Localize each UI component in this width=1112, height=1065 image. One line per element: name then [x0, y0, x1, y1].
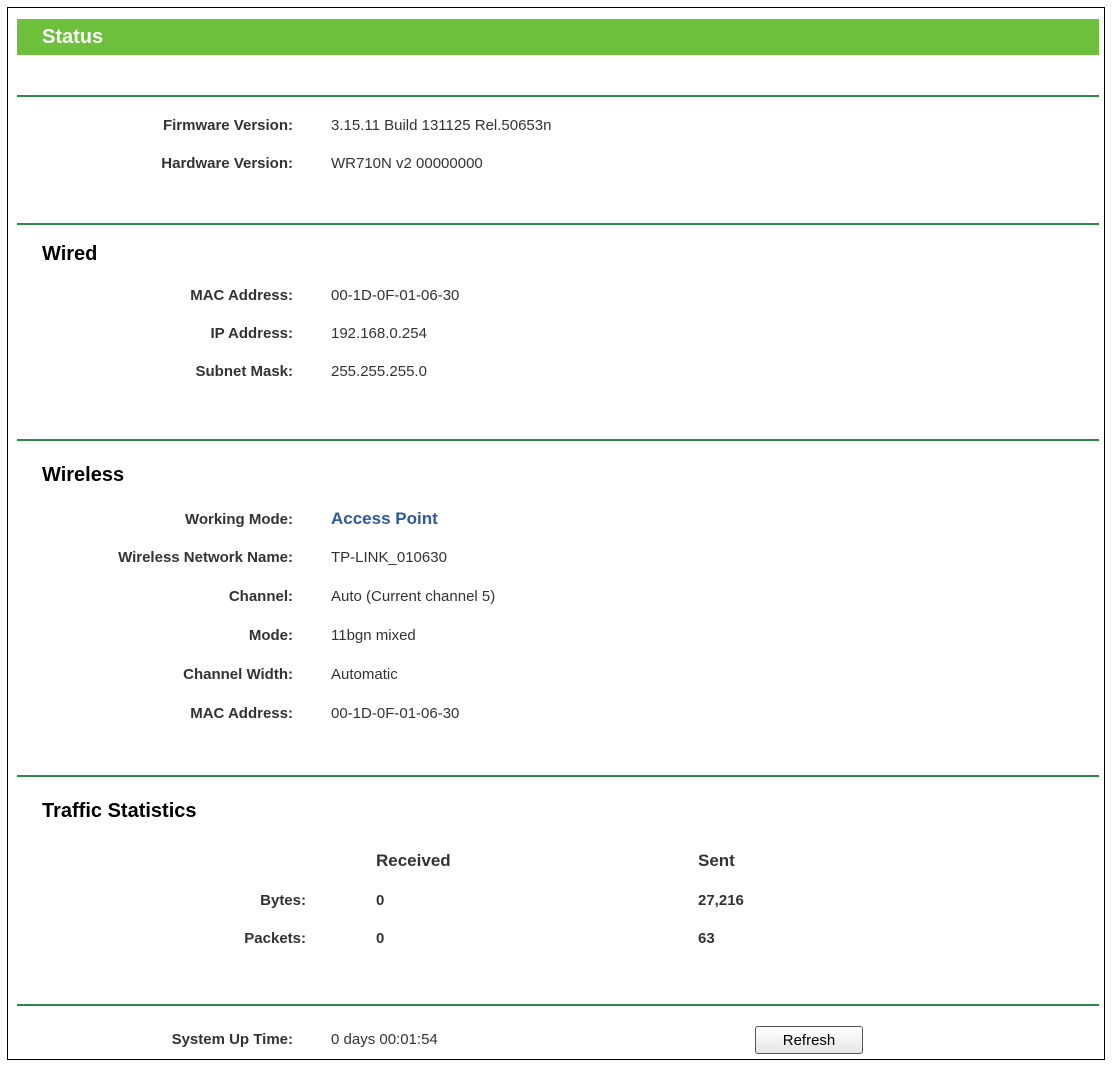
wireless-network-name-value: TP-LINK_010630 [331, 549, 447, 566]
wired-section-title: Wired [42, 243, 98, 265]
system-up-time-value: 0 days 00:01:54 [331, 1031, 438, 1048]
channel-label: Channel: [228, 588, 293, 605]
mode-label: Mode: [248, 627, 293, 644]
packets-received-value: 0 [376, 930, 385, 947]
sent-column-header: Sent [698, 851, 735, 870]
wireless-mac-value: 00-1D-0F-01-06-30 [331, 705, 460, 722]
bytes-label: Bytes: [260, 892, 306, 909]
wired-mac-label: MAC Address: [190, 287, 293, 304]
wired-ip-value: 192.168.0.254 [331, 325, 427, 342]
working-mode-label: Working Mode: [184, 511, 293, 528]
wired-ip-label: IP Address: [210, 325, 293, 342]
channel-value: Auto (Current channel 5) [331, 588, 496, 605]
working-mode-link[interactable]: Access Point [331, 509, 438, 529]
system-up-time-label: System Up Time: [171, 1031, 293, 1048]
section-divider [17, 1004, 1099, 1006]
section-divider [17, 775, 1099, 777]
section-divider [17, 95, 1099, 97]
firmware-version-value: 3.15.11 Build 131125 Rel.50653n [331, 117, 552, 134]
received-column-header: Received [376, 851, 451, 870]
wired-subnet-value: 255.255.255.0 [331, 363, 427, 380]
firmware-version-label: Firmware Version: [162, 117, 293, 134]
wired-subnet-label: Subnet Mask: [195, 363, 293, 380]
mode-value: 11bgn mixed [331, 627, 416, 644]
page-title: Status [17, 19, 1099, 55]
wireless-mac-label: MAC Address: [190, 705, 293, 722]
bytes-sent-value: 27,216 [698, 892, 744, 909]
packets-label: Packets: [244, 930, 306, 947]
channel-width-value: Automatic [331, 666, 398, 683]
bytes-received-value: 0 [376, 892, 385, 909]
refresh-button[interactable]: Refresh [755, 1026, 863, 1054]
hardware-version-label: Hardware Version: [161, 155, 293, 172]
packets-sent-value: 63 [698, 930, 715, 947]
traffic-statistics-title: Traffic Statistics [42, 800, 197, 822]
wired-mac-value: 00-1D-0F-01-06-30 [331, 287, 460, 304]
wireless-network-name-label: Wireless Network Name: [118, 549, 293, 566]
wireless-section-title: Wireless [42, 464, 125, 486]
section-divider [17, 439, 1099, 441]
section-divider [17, 223, 1099, 225]
channel-width-label: Channel Width: [183, 666, 293, 683]
hardware-version-value: WR710N v2 00000000 [331, 155, 483, 172]
